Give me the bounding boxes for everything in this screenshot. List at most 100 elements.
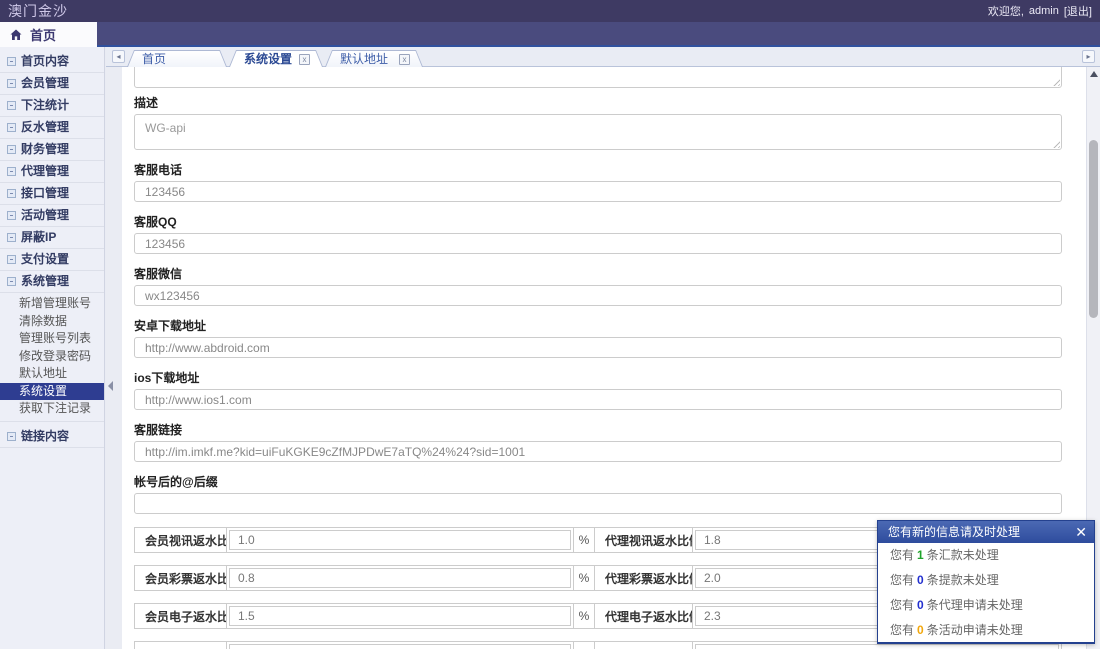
- member-lottery-rebate-input[interactable]: [229, 568, 571, 588]
- description-textarea[interactable]: WG-api: [134, 114, 1062, 150]
- username: admin: [1029, 5, 1059, 17]
- field-service-link: 客服链接: [134, 423, 1062, 462]
- panel-icon: [7, 189, 16, 198]
- field-description: 描述 WG-api: [134, 96, 1062, 150]
- panel-icon: [7, 167, 16, 176]
- field-label: 安卓下载地址: [134, 319, 1062, 333]
- sidebar-item-rebate-mgmt[interactable]: 反水管理: [0, 117, 104, 139]
- notification-header: 您有新的信息请及时处理 ✕: [878, 521, 1094, 543]
- service-phone-input[interactable]: [134, 181, 1062, 202]
- nav-tab-home[interactable]: 首页: [0, 22, 97, 47]
- sidebar-item-bet-stats[interactable]: 下注统计: [0, 95, 104, 117]
- system-submenu: 新增管理账号 清除数据 管理账号列表 修改登录密码 默认地址 系统设置 获取下注…: [0, 293, 104, 422]
- panel-icon: [7, 57, 16, 66]
- panel-icon: [7, 255, 16, 264]
- field-label: 帐号后的@后缀: [134, 475, 1062, 489]
- field-ios-download: ios下载地址: [134, 371, 1062, 410]
- nav-tab-home-label: 首页: [30, 25, 56, 44]
- logout-link[interactable]: [退出]: [1064, 3, 1092, 19]
- notification-title: 您有新的信息请及时处理: [888, 525, 1020, 539]
- service-wechat-input[interactable]: [134, 285, 1062, 306]
- sidebar-item-payment-settings[interactable]: 支付设置: [0, 249, 104, 271]
- cutoff-textarea[interactable]: [134, 67, 1062, 88]
- percent-label: %: [573, 604, 595, 628]
- sidebar-sub-change-password[interactable]: 修改登录密码: [0, 348, 104, 366]
- account-suffix-input[interactable]: [134, 493, 1062, 514]
- panel-icon: [7, 79, 16, 88]
- pending-count: 1: [917, 548, 924, 562]
- tab-default-address[interactable]: 默认地址 x: [325, 50, 423, 67]
- notification-item-withdrawal: 您有0条提款未处理: [878, 568, 1094, 593]
- panel-icon: [7, 432, 16, 441]
- field-label: 客服微信: [134, 267, 1062, 281]
- service-link-input[interactable]: [134, 441, 1062, 462]
- main-nav-bar: 首页: [0, 22, 1100, 47]
- field-account-suffix: 帐号后的@后缀: [134, 475, 1062, 514]
- sidebar-item-agent-mgmt[interactable]: 代理管理: [0, 161, 104, 183]
- sidebar-item-block-ip[interactable]: 屏蔽IP: [0, 227, 104, 249]
- tab-system-settings[interactable]: 系统设置 x: [229, 50, 323, 67]
- scrollbar-thumb[interactable]: [1089, 140, 1098, 318]
- field-service-qq: 客服QQ: [134, 215, 1062, 254]
- field-cutoff-textarea: [134, 67, 1062, 88]
- brand-title: 澳门金沙: [8, 1, 68, 21]
- close-icon[interactable]: x: [399, 54, 410, 65]
- sidebar-sub-add-admin-account[interactable]: 新增管理账号: [0, 295, 104, 313]
- sidebar-item-api-mgmt[interactable]: 接口管理: [0, 183, 104, 205]
- percent-label: %: [573, 566, 595, 590]
- sidebar-sub-default-address[interactable]: 默认地址: [0, 365, 104, 383]
- panel-icon: [7, 101, 16, 110]
- pending-count: 0: [917, 623, 924, 637]
- panel-icon: [7, 145, 16, 154]
- pending-count: 0: [917, 598, 924, 612]
- scroll-up-arrow-icon[interactable]: [1090, 71, 1098, 77]
- field-android-download: 安卓下载地址: [134, 319, 1062, 358]
- panel-icon: [7, 211, 16, 220]
- home-icon: [10, 29, 22, 41]
- member-slots-rebate-input[interactable]: [229, 606, 571, 626]
- sidebar-item-homepage-content[interactable]: 首页内容: [0, 51, 104, 73]
- member-video-rebate-input[interactable]: [229, 530, 571, 550]
- field-service-wechat: 客服微信: [134, 267, 1062, 306]
- sidebar-sub-get-bet-records[interactable]: 获取下注记录: [0, 400, 104, 418]
- sidebar-item-link-content[interactable]: 链接内容: [0, 426, 104, 448]
- field-label: 客服电话: [134, 163, 1062, 177]
- field-service-phone: 客服电话: [134, 163, 1062, 202]
- tab-bar: ◂ 首页 系统设置 x 默认地址 x ▸: [106, 47, 1100, 67]
- sidebar-sub-system-settings[interactable]: 系统设置: [0, 383, 104, 401]
- sidebar-sub-admin-account-list[interactable]: 管理账号列表: [0, 330, 104, 348]
- field-label: 描述: [134, 96, 1062, 110]
- tabs-scroll-left-button[interactable]: ◂: [112, 50, 125, 63]
- sidebar-item-system-mgmt[interactable]: 系统管理: [0, 271, 104, 293]
- panel-icon: [7, 233, 16, 242]
- pending-count: 0: [917, 573, 924, 587]
- welcome-text: 欢迎您,: [988, 3, 1024, 19]
- top-bar: 澳门金沙 欢迎您, admin [退出]: [0, 0, 1100, 22]
- field-label: 客服QQ: [134, 215, 1062, 229]
- service-qq-input[interactable]: [134, 233, 1062, 254]
- tab-home[interactable]: 首页: [127, 50, 227, 67]
- close-icon[interactable]: ✕: [1075, 521, 1087, 543]
- notification-popup: 您有新的信息请及时处理 ✕ 您有1条汇款未处理 您有0条提款未处理 您有0条代理…: [877, 520, 1095, 644]
- close-icon[interactable]: x: [299, 54, 310, 65]
- percent-label: [573, 642, 595, 649]
- sidebar-item-activity-mgmt[interactable]: 活动管理: [0, 205, 104, 227]
- sidebar-item-finance-mgmt[interactable]: 财务管理: [0, 139, 104, 161]
- sidebar-item-member-mgmt[interactable]: 会员管理: [0, 73, 104, 95]
- field-label: 客服链接: [134, 423, 1062, 437]
- ios-download-input[interactable]: [134, 389, 1062, 410]
- ratio-input[interactable]: [695, 644, 1059, 649]
- field-label: ios下载地址: [134, 371, 1062, 385]
- sidebar: 首页内容 会员管理 下注统计 反水管理 财务管理 代理管理 接口管理 活动管理 …: [0, 47, 105, 649]
- sidebar-sub-clear-data[interactable]: 清除数据: [0, 313, 104, 331]
- ratio-input[interactable]: [229, 644, 571, 649]
- notification-item-activity-apply: 您有0条活动申请未处理: [878, 618, 1094, 643]
- notification-item-agent-apply: 您有0条代理申请未处理: [878, 593, 1094, 618]
- notification-item-remittance: 您有1条汇款未处理: [878, 543, 1094, 568]
- panel-icon: [7, 123, 16, 132]
- percent-label: %: [573, 528, 595, 552]
- tabs-scroll-right-button[interactable]: ▸: [1082, 50, 1095, 63]
- android-download-input[interactable]: [134, 337, 1062, 358]
- panel-icon: [7, 277, 16, 286]
- splitter-collapse-handle[interactable]: [108, 381, 113, 391]
